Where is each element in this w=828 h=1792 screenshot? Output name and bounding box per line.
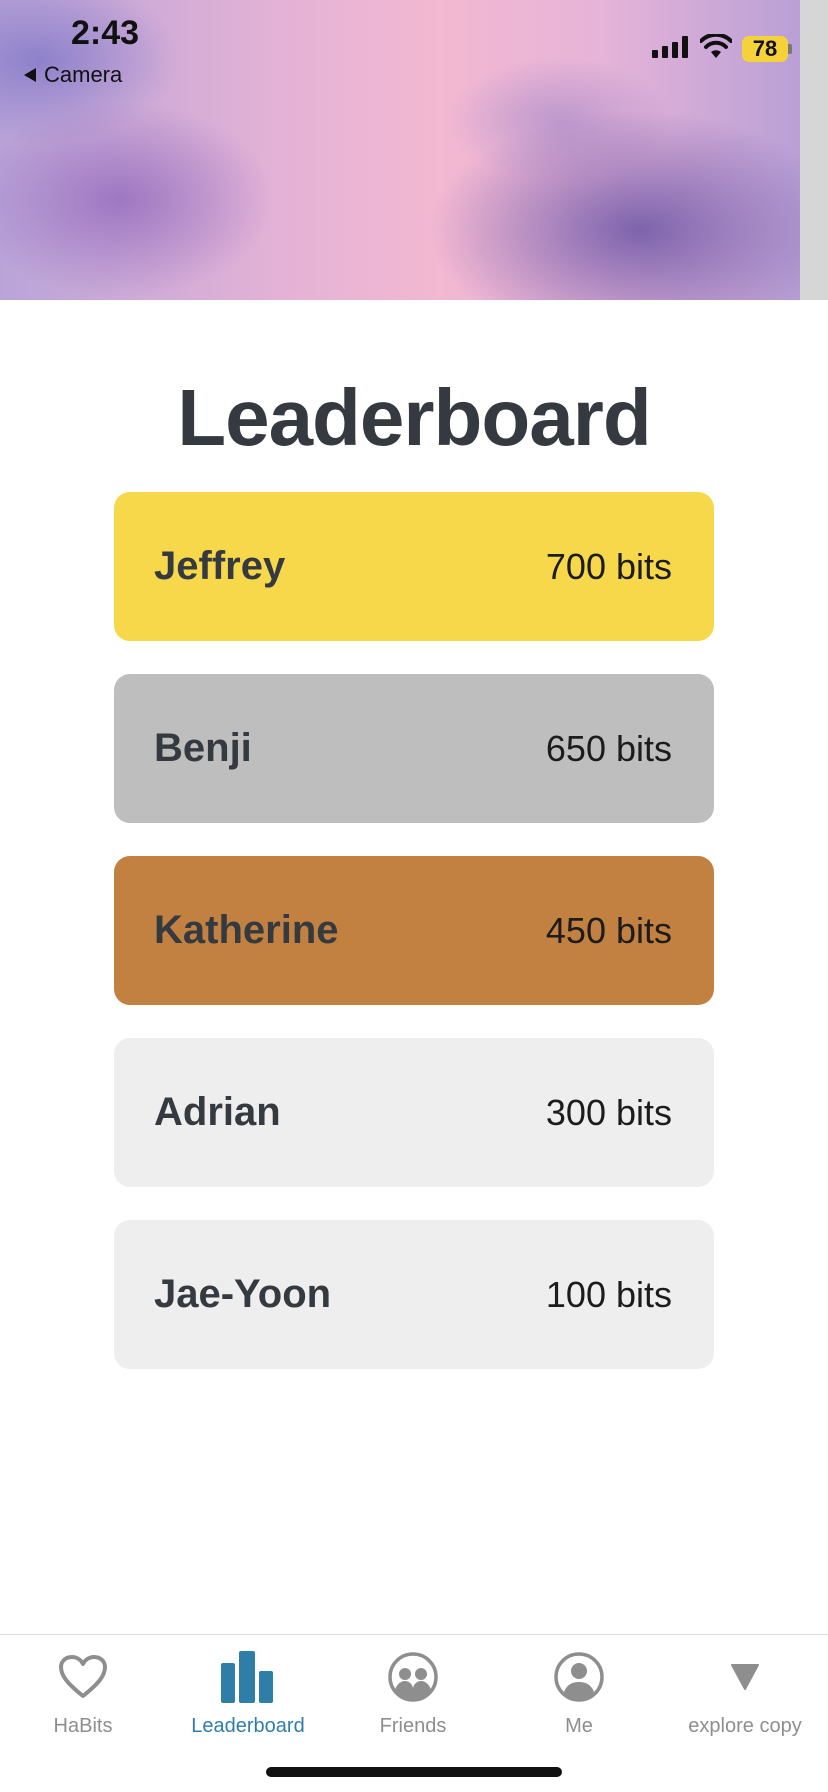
player-name: Katherine xyxy=(154,908,339,952)
user-circle-icon xyxy=(496,1649,662,1705)
bar-chart-icon xyxy=(165,1649,331,1705)
battery-cap xyxy=(788,44,792,54)
tab-habits[interactable]: HaBits xyxy=(0,1649,166,1738)
leaderboard-row: Benji 650 bits xyxy=(114,674,714,823)
cellular-signal-icon xyxy=(652,36,688,58)
player-name: Jae-Yoon xyxy=(154,1272,332,1316)
player-name: Jeffrey xyxy=(154,544,286,588)
leaderboard-list: Jeffrey 700 bits Benji 650 bits Katherin… xyxy=(114,492,714,1402)
back-label: Camera xyxy=(44,62,123,87)
tab-label: Friends xyxy=(379,1715,447,1737)
tab-label: Leaderboard xyxy=(191,1715,305,1737)
player-score: 300 bits xyxy=(545,1091,672,1133)
tab-label: HaBits xyxy=(53,1715,113,1737)
heart-icon xyxy=(0,1649,166,1705)
back-to-camera-button[interactable]: Camera xyxy=(24,62,122,88)
tab-leaderboard[interactable]: Leaderboard xyxy=(165,1649,331,1738)
tab-label: Me xyxy=(565,1715,593,1737)
leaderboard-row: Katherine 450 bits xyxy=(114,856,714,1005)
home-indicator[interactable] xyxy=(266,1767,562,1777)
leaderboard-row: Jeffrey 700 bits xyxy=(114,492,714,641)
back-arrow-icon xyxy=(24,68,36,82)
friends-icon xyxy=(330,1649,496,1705)
player-name: Adrian xyxy=(154,1090,281,1134)
battery-indicator: 78 xyxy=(742,36,788,62)
tab-label: explore copy xyxy=(688,1715,802,1737)
tab-me[interactable]: Me xyxy=(496,1649,662,1738)
tab-friends[interactable]: Friends xyxy=(330,1649,496,1738)
triangle-down-icon xyxy=(662,1649,828,1705)
tab-explore-copy[interactable]: explore copy xyxy=(662,1649,828,1738)
header-scroll-strip xyxy=(800,0,828,300)
wifi-icon xyxy=(699,32,733,65)
player-score: 700 bits xyxy=(545,545,672,587)
leaderboard-row: Adrian 300 bits xyxy=(114,1038,714,1187)
leaderboard-row: Jae-Yoon 100 bits xyxy=(114,1220,714,1369)
player-score: 650 bits xyxy=(545,727,672,769)
player-score: 450 bits xyxy=(545,909,672,951)
player-score: 100 bits xyxy=(545,1273,672,1315)
status-time: 2:43 xyxy=(70,14,140,52)
player-name: Benji xyxy=(154,726,252,770)
page-title: Leaderboard xyxy=(177,373,652,462)
